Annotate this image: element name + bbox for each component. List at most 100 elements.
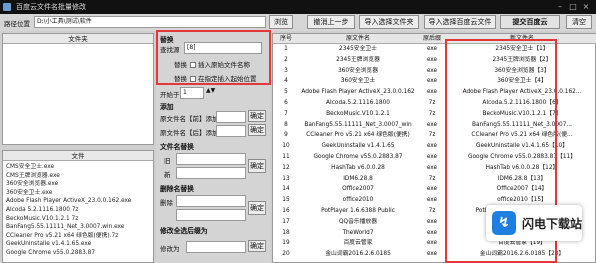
browse-button[interactable]: 浏览	[269, 15, 293, 29]
list-item[interactable]: Adobe Flash Player ActiveX_23.0.0.162.ex…	[3, 197, 153, 206]
table-cell-n: 1	[284, 46, 288, 52]
table-cell-old: 百度云管家	[343, 240, 373, 247]
table-cell-ext: 7z	[428, 208, 436, 214]
start-stepper[interactable]: 1	[180, 87, 204, 99]
start-label: 开始于	[160, 91, 180, 99]
delete-input[interactable]	[176, 195, 246, 207]
suffix-input[interactable]	[216, 125, 246, 137]
add-title: 添加	[160, 103, 174, 111]
table-cell-n: 9	[284, 132, 288, 139]
maximize-icon[interactable]: □	[567, 2, 579, 12]
table-cell-n: 7	[284, 110, 288, 117]
table-cell-ext: exe	[426, 164, 438, 171]
table-cell-ext: exe	[426, 197, 438, 204]
list-item[interactable]: CMS安全卫士.exe	[3, 163, 153, 172]
table-cell-n: 4	[284, 78, 288, 85]
new-label: 新	[164, 171, 171, 179]
table-cell-n: 14	[282, 186, 290, 193]
close-icon[interactable]: ×	[580, 2, 592, 12]
ext-label: 修改为	[160, 245, 180, 253]
path-label: 路径位置	[4, 20, 30, 28]
table-cell-ext: exe	[426, 154, 438, 160]
folder-header: 文件夹	[3, 34, 153, 44]
app-icon	[3, 3, 11, 11]
list-item[interactable]: BeckoMusic.V10.1.2.1 7z	[3, 215, 153, 224]
list-item[interactable]: CMS王牌浏览器.exe	[3, 172, 153, 181]
table-cell-old: office2010	[342, 197, 374, 204]
list-item[interactable]: 360安全浏览器.exe	[3, 180, 153, 189]
watermark: ↯ 闪电下载站	[486, 205, 582, 241]
table-cell-ext: exe	[426, 89, 438, 96]
table-cell-ext: exe	[426, 229, 438, 236]
table-cell-old: CCleaner Pro v5.21 x64 绿色版(便携)	[306, 132, 410, 139]
table-cell-n: 18	[282, 229, 290, 236]
table-cell-ext: exe	[426, 78, 438, 85]
delete-label: 删除	[160, 199, 173, 207]
table-cell-ext: exe	[426, 240, 438, 247]
table-cell-old: QQ音乐播放器	[338, 218, 378, 225]
table-cell-ext: 7z	[428, 132, 436, 139]
table-cell-n: 17	[282, 218, 290, 225]
table-cell-ext: exe	[426, 67, 438, 74]
folder-panel[interactable]: 文件夹	[2, 33, 154, 145]
toolbar: 路径位置 D:\小工具\测试\软件 浏览 撤消上一步 导入选择文件夹 导入选择百…	[0, 14, 596, 31]
list-item[interactable]: CCleaner Pro v5.21 x64 绿色版(便携).7z	[3, 232, 153, 241]
delete-confirm-button[interactable]: 确定	[248, 201, 266, 215]
clear-button[interactable]: 清空	[566, 15, 592, 29]
table-cell-n: 20	[282, 251, 290, 258]
ext-confirm-button[interactable]: 确定	[248, 159, 266, 173]
table-cell-old: BeckoMusic.V10.1.2.1	[326, 110, 390, 117]
table-cell-n: 10	[282, 143, 290, 150]
table-cell-n: 12	[282, 164, 290, 171]
prefix-label: 原文件名【前】添加	[160, 115, 219, 123]
table-cell-old: TheWorld7	[342, 229, 374, 236]
list-item[interactable]: Google Chrome v55.0.2883.87	[3, 249, 153, 258]
undo-button[interactable]: 撤消上一步	[307, 15, 355, 29]
table-cell-ext: 7z	[428, 110, 436, 117]
path-input[interactable]: D:\小工具\测试\软件	[34, 16, 266, 28]
col-header[interactable]: 原后缀	[417, 34, 447, 44]
list-item[interactable]: 360安全卫士.exe	[3, 189, 153, 198]
list-item[interactable]: AIcoda 5.2.1116.1800 7z	[3, 206, 153, 215]
table-cell-old: 360安全卫士	[340, 78, 376, 85]
ext-replace-title: 文件名替换	[160, 143, 194, 151]
table-cell-n: 2	[284, 56, 288, 63]
file-list: CMS安全卫士.exe CMS王牌浏览器.exe 360安全浏览器.exe 36…	[3, 163, 153, 258]
list-item[interactable]: GeekUninstalle v1.4.1.65.exe	[3, 240, 153, 249]
title-bar: 百度云文件名批量修改 – □ ×	[0, 0, 596, 14]
rename-ext-confirm-button[interactable]: 确定	[248, 240, 266, 252]
table-cell-old: PotPlayer 1.6.6388 Public	[321, 208, 395, 214]
minimize-icon[interactable]: –	[554, 2, 566, 12]
table-cell-n: 5	[284, 89, 288, 96]
col-header[interactable]: 原文件名	[299, 34, 417, 44]
new-input[interactable]	[176, 167, 246, 179]
table-cell-n: 6	[284, 100, 288, 106]
import-folder-button[interactable]: 导入选择文件夹	[359, 15, 419, 29]
table-cell-old: 360安全浏览器	[337, 67, 379, 74]
list-item[interactable]: BanFang5.55.11111_Net_3.0007.win.exe	[3, 223, 153, 232]
prefix-confirm-button[interactable]: 确定	[248, 110, 266, 122]
table-cell-n: 11	[282, 154, 290, 160]
stepper-arrows-icon[interactable]: ▲▼	[206, 87, 215, 94]
ext-input[interactable]	[186, 241, 246, 253]
import-selected-button[interactable]: 导入选择百度云文件	[424, 15, 496, 29]
highlight-box	[156, 30, 271, 85]
table-cell-ext: exe	[426, 121, 438, 128]
file-panel[interactable]: 文件 CMS安全卫士.exe CMS王牌浏览器.exe 360安全浏览器.exe…	[2, 150, 154, 263]
table-cell-ext: exe	[426, 186, 438, 193]
table-cell-n: 13	[282, 175, 290, 182]
submit-button[interactable]: 提交百度云	[500, 15, 560, 29]
table-cell-old: 2345王牌浏览器	[336, 56, 380, 63]
table-cell-old: 金山词霸2016.2.6.0185	[325, 251, 391, 258]
prefix-input[interactable]	[216, 111, 246, 123]
table-cell-old: BanFang5.55.11111_Net_3.0007_win	[304, 121, 412, 128]
old-input[interactable]	[176, 153, 246, 165]
table-cell-ext: exe	[426, 143, 438, 150]
lightning-logo-icon: ↯	[492, 211, 516, 235]
suffix-confirm-button[interactable]: 确定	[248, 124, 266, 136]
table-cell-old: GeekUninstalle v1.4.1.65	[321, 143, 395, 150]
table-cell-ext: 7z	[428, 100, 436, 106]
table-cell-old: 2345安全卫士	[339, 46, 377, 52]
delete-input-2[interactable]	[176, 209, 246, 221]
col-header[interactable]: 序号	[273, 34, 299, 44]
